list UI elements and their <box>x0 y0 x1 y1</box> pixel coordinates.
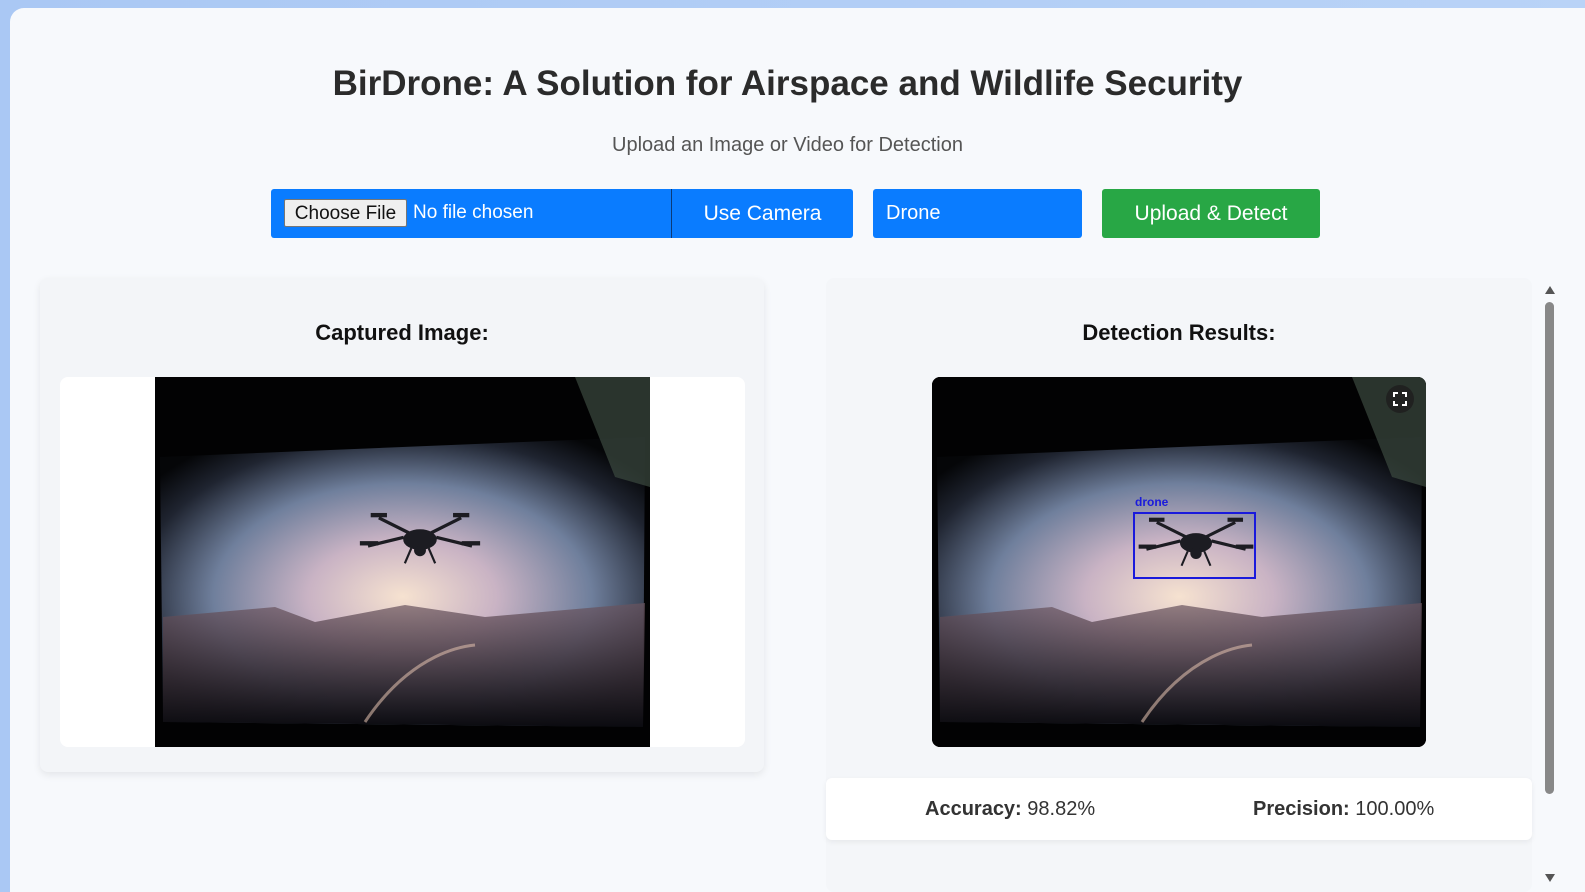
detection-mode-select[interactable]: Drone <box>873 189 1082 238</box>
use-camera-button[interactable]: Use Camera <box>671 189 853 238</box>
file-input[interactable]: Choose File No file chosen <box>271 189 671 238</box>
metrics-bar: Accuracy: 98.82% Precision: 100.00% <box>826 778 1532 840</box>
choose-file-button[interactable]: Choose File <box>284 199 407 227</box>
scroll-thumb[interactable] <box>1545 302 1554 794</box>
captured-image-panel: Captured Image: <box>40 278 764 772</box>
precision-value: 100.00% <box>1355 798 1435 820</box>
detection-label: drone <box>1135 495 1169 509</box>
scroll-up-arrow-icon[interactable] <box>1545 286 1555 294</box>
detection-result-image: drone <box>932 377 1426 747</box>
accuracy-label: Accuracy: <box>925 798 1022 820</box>
scroll-down-arrow-icon[interactable] <box>1545 874 1555 882</box>
fullscreen-icon[interactable] <box>1386 385 1414 413</box>
page-title: BirDrone: A Solution for Airspace and Wi… <box>332 64 1243 103</box>
detection-results-heading: Detection Results: <box>1082 320 1276 345</box>
precision-label: Precision: <box>1253 798 1350 820</box>
page: BirDrone: A Solution for Airspace and Wi… <box>10 8 1585 892</box>
scrollbar[interactable] <box>1543 286 1557 882</box>
captured-image <box>155 377 650 747</box>
accuracy-value: 98.82% <box>1027 798 1096 820</box>
page-subtitle: Upload an Image or Video for Detection <box>612 134 963 156</box>
accuracy-metric: Accuracy: 98.82% <box>925 798 1095 821</box>
captured-image-frame <box>60 377 745 747</box>
detection-results-panel: Detection Results: drone Accuracy: 98.82… <box>826 278 1532 892</box>
file-status: No file chosen <box>413 202 534 223</box>
precision-metric: Precision: 100.00% <box>1253 798 1434 821</box>
upload-detect-button[interactable]: Upload & Detect <box>1102 189 1320 238</box>
captured-image-heading: Captured Image: <box>315 320 489 345</box>
